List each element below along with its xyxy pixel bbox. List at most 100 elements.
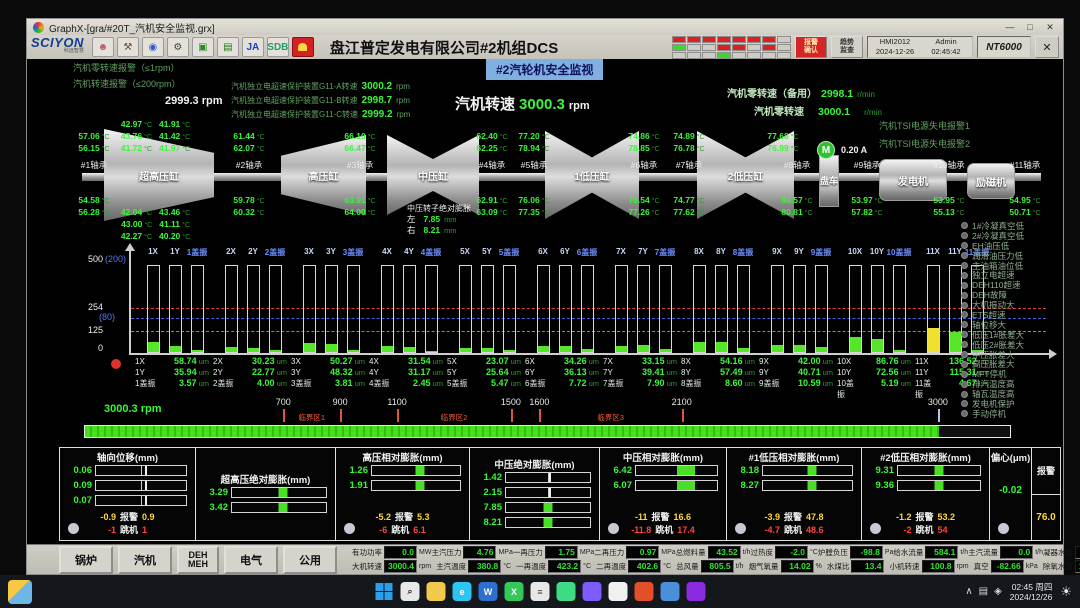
alarm-grid-cell-2-3: [717, 52, 731, 59]
vib-bar-fill: [872, 339, 883, 352]
panel-轴向位移(mm): 轴向位移(mm)0.060.090.07-0.9报警0.9-1跳机1: [60, 448, 196, 540]
vib-value-label: 8Y: [681, 368, 705, 377]
cylinder-label: 1低压缸: [574, 168, 610, 183]
measurement-unit: rpm: [957, 563, 969, 570]
users-icon[interactable]: ☻: [92, 37, 114, 57]
temp-value: 41.97: [159, 143, 180, 153]
display-icon[interactable]: ▣: [192, 37, 214, 57]
vib-bar-5Y: [481, 265, 494, 353]
weather-widget-icon[interactable]: [8, 580, 32, 604]
sdb-icon[interactable]: SDB: [267, 37, 289, 57]
vib-bar-label-7Y: 7Y: [638, 247, 648, 256]
tools-icon[interactable]: ⚒: [117, 37, 139, 57]
nav-button-电气[interactable]: 电气: [224, 546, 278, 574]
cylinder-label: 高压缸: [309, 168, 339, 183]
word-icon[interactable]: W: [479, 582, 498, 601]
trip-high: 48.6: [806, 525, 824, 535]
ja-icon[interactable]: JA: [242, 37, 264, 57]
trip-word: 跳机: [915, 525, 933, 535]
alarm-grid-cell-2-2: [702, 52, 716, 59]
nav-button-汽机[interactable]: 汽机: [118, 546, 172, 574]
turbine-diagram: 超高压缸高压缸中压缸1低压缸2低压缸盘车发电机励磁机#1轴承57.06°C56.…: [27, 119, 1063, 251]
alarm-grid: [672, 36, 791, 59]
alarm-ack-button[interactable]: 报警 确认: [795, 36, 827, 58]
notepad-icon[interactable]: ≡: [531, 582, 550, 601]
app-white-icon[interactable]: [609, 582, 628, 601]
nav-button-DEH-MEH[interactable]: DEH MEH: [177, 546, 219, 574]
app-violet-icon[interactable]: [687, 582, 706, 601]
ramp-tick-label: 2100: [672, 397, 692, 407]
vib-bar-label-8盖振: 8盖振: [733, 247, 753, 258]
bearing-temps-bottom: 53.95°C55.13°C: [933, 195, 964, 219]
wechat-icon[interactable]: [557, 582, 576, 601]
zero-backup-label: 汽机零转速（备用）: [727, 85, 817, 100]
zero-backup-unit: r/min: [857, 90, 875, 99]
bearing-temps-bottom: 74.77°C77.62°C: [673, 195, 704, 219]
measurement-真空: 真空-82.66kPa: [974, 560, 1038, 573]
vib-value-7X: 7X33.15um: [603, 356, 677, 367]
vib-bar-4Y: [403, 265, 416, 353]
panel-title: 轴向位移(mm): [64, 450, 191, 463]
gear-icon[interactable]: ⚙: [167, 37, 189, 57]
measurement-label: 总燃料量: [676, 547, 706, 558]
gauge-row: 1.26: [340, 465, 461, 476]
alarm-low: -3.9: [764, 512, 780, 522]
edge-icon[interactable]: e: [453, 582, 472, 601]
windows-logo-pane: [376, 592, 384, 600]
vib-value-number: 3.57: [159, 378, 197, 388]
taskbar-clock[interactable]: 02:45 周四 2024/12/26: [1010, 582, 1053, 602]
excel-icon[interactable]: X: [505, 582, 524, 601]
measurement-一再温度: 一再温度423.2°C: [516, 560, 591, 573]
cylinder-label: 2低压缸: [728, 168, 764, 183]
maximize-button[interactable]: □: [1023, 22, 1037, 33]
measurement-label: 除氧水位: [1043, 561, 1073, 572]
vib-bar-label-6Y: 6Y: [560, 247, 570, 256]
vib-value-label: 6Y: [525, 368, 549, 377]
start-button[interactable]: [375, 582, 394, 601]
measurement-value: 0.97: [626, 546, 659, 559]
vib-value-label: 10盖振: [837, 378, 861, 400]
gauge-bar: [231, 487, 327, 498]
minimize-button[interactable]: —: [1003, 22, 1017, 33]
vib-bar-fill: [426, 351, 437, 353]
bearing-label-#11轴承: #11轴承: [1010, 159, 1041, 171]
measurement-大机转速: 大机转速3000.4rpm: [352, 560, 431, 573]
vib-bar-2盖振: [269, 265, 282, 353]
exit-button[interactable]: ✕: [1035, 36, 1059, 58]
gauge-value: 7.85: [474, 502, 502, 513]
ip-exp-title: 中压转子绝对膨胀: [407, 204, 471, 213]
vib-value-2X: 2X30.23um: [213, 356, 287, 367]
vib-value-label: 9X: [759, 357, 783, 366]
gauge-marker: [278, 503, 287, 512]
vib-value-unit: um: [745, 379, 755, 388]
measurement-value: 762.3: [1075, 546, 1080, 559]
vib-value-unit: um: [199, 357, 209, 366]
nav-button-锅炉[interactable]: 锅炉: [59, 546, 113, 574]
app-blue-icon[interactable]: [661, 582, 680, 601]
close-button[interactable]: ✕: [1043, 22, 1057, 33]
brightness-icon[interactable]: ☀: [1060, 584, 1072, 600]
panel-alarm-limits: -11报警16.6: [604, 510, 722, 523]
file-explorer-icon[interactable]: [427, 582, 446, 601]
trip-word: 跳机: [655, 525, 673, 535]
gauge-row: 2.15: [474, 487, 591, 498]
gauge-marker: [278, 488, 287, 497]
app-purple-icon[interactable]: [583, 582, 602, 601]
vib-value-number: 34.26: [549, 356, 587, 366]
search-icon[interactable]: ⌕: [401, 582, 420, 601]
temp-unit: °C: [697, 146, 705, 153]
vib-value-label: 1X: [135, 357, 159, 366]
measurement-总风量: 总风量805.5t/h: [676, 560, 743, 573]
nav-button-公用[interactable]: 公用: [283, 546, 337, 574]
book-icon[interactable]: ▤: [217, 37, 239, 57]
measurement-label: 一再温度: [516, 561, 546, 572]
vib-value-unit: um: [823, 379, 833, 388]
system-tray[interactable]: ∧▤◈: [965, 586, 1001, 597]
trend-view-button[interactable]: 趋势 监查: [831, 36, 863, 58]
main-content: #2汽轮机安全监视 汽机零转速报警（≤1rpm） 汽机转速报警（≤200rpm）…: [27, 59, 1063, 546]
operator-icon[interactable]: ◉: [142, 37, 164, 57]
alarm-bell-icon[interactable]: [292, 37, 314, 57]
app-red-icon[interactable]: [635, 582, 654, 601]
vib-bar-9Y: [793, 265, 806, 353]
trip-indicator-icon: [961, 341, 968, 348]
